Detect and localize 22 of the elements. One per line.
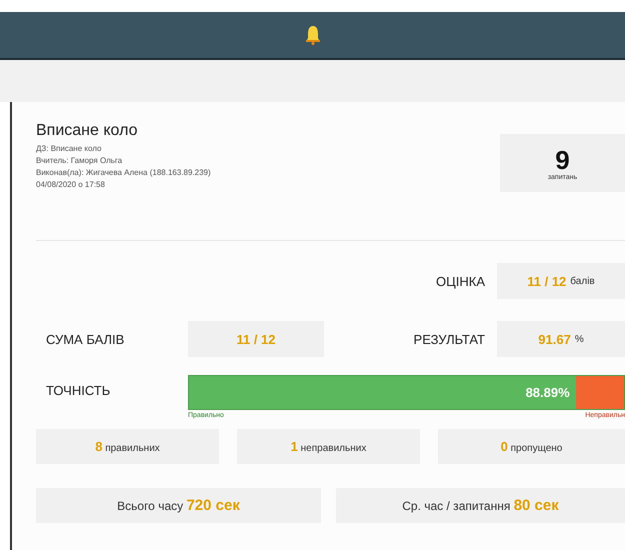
result-label: РЕЗУЛЬТАТ [414,332,486,346]
test-title: Вписане коло [36,122,138,140]
grade-label: ОЦІНКА [436,274,486,288]
count-text: 1 неправильних [290,439,366,454]
test-detail: 04/08/2020 о 17:58 [36,179,106,191]
time-text: Ср. час / запитання 80 сек [402,497,559,514]
test-detail: ДЗ: Вписане коло [36,143,102,155]
sum-value: 11 / 12 [236,332,276,346]
sum-label: СУМА БАЛІВ [45,332,126,346]
count-text: 0 пропущено [500,439,562,454]
grade-unit: балів [570,276,595,286]
test-detail: Виконав(ла): Жигачева Алена (188.163.89.239) [36,167,211,179]
count-text: 8 правильних [95,439,160,454]
question-count: 9 [555,146,570,174]
grade-value: 11 / 12 [527,274,566,288]
test-detail: Вчитель: Гаморя Ольга [36,155,124,167]
time-text: Всього часу 720 сек [117,497,240,514]
bell-icon[interactable] [304,25,320,45]
result-unit: % [574,334,584,344]
accuracy-reading: 88.89% [526,385,570,400]
result-value: 91.67 [538,332,571,346]
accuracy-label: ТОЧНІСТЬ [45,382,112,400]
